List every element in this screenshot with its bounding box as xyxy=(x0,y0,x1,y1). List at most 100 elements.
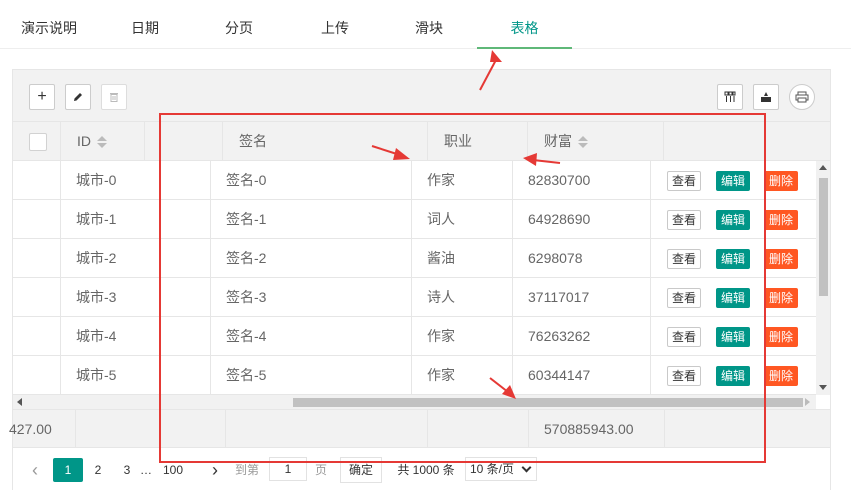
sign-cell: 签名-0 xyxy=(211,161,412,200)
sign-cell: 签名-1 xyxy=(211,200,412,239)
pencil-icon xyxy=(74,93,82,101)
trash-icon xyxy=(110,93,118,102)
page-100-button[interactable]: 100 xyxy=(159,458,187,482)
col-sign-label: 签名 xyxy=(239,133,267,149)
view-button[interactable]: 查看 xyxy=(667,210,702,230)
goto-label: 到第 xyxy=(234,463,259,477)
vertical-scroll-thumb[interactable] xyxy=(819,178,828,296)
tab-table[interactable]: 表格 xyxy=(477,0,572,49)
checkbox-cell xyxy=(13,278,61,317)
edit-row-button[interactable]: 编辑 xyxy=(716,210,751,230)
col-header-city xyxy=(145,122,223,161)
totals-row: 427.00 570885943.00 xyxy=(9,409,830,448)
horizontal-scroll-thumb[interactable] xyxy=(293,398,803,407)
export-button[interactable] xyxy=(753,84,779,110)
page-size-select[interactable]: 10 条/页 xyxy=(465,457,537,481)
table-row: 城市-1 签名-1 词人 64928690 查看 编辑 删除 xyxy=(13,200,816,239)
tab-bar: 演示说明 日期 分页 上传 滑块 表格 xyxy=(0,0,851,49)
table-body: 城市-0 签名-0 作家 82830700 查看 编辑 删除 城市-1 签名-1 词人 649286… xyxy=(13,161,816,395)
total-empty xyxy=(76,410,226,448)
wealth-cell: 37117017 xyxy=(513,278,651,317)
tab-date[interactable]: 日期 xyxy=(104,0,186,49)
page-size-value: 10 条/页 xyxy=(470,462,515,476)
select-all-checkbox[interactable] xyxy=(29,133,47,151)
scroll-down-icon[interactable] xyxy=(819,385,827,390)
col-header-sign: 签名 xyxy=(223,122,428,161)
view-button[interactable]: 查看 xyxy=(667,366,702,386)
sign-cell: 签名-3 xyxy=(211,278,412,317)
view-button[interactable]: 查看 xyxy=(667,249,702,269)
total-left: 427.00 xyxy=(9,410,76,448)
tab-demo[interactable]: 演示说明 xyxy=(10,0,88,49)
wealth-cell: 64928690 xyxy=(513,200,651,239)
job-cell: 诗人 xyxy=(412,278,513,317)
view-button[interactable]: 查看 xyxy=(667,171,702,191)
delete-row-button[interactable]: 删除 xyxy=(764,249,799,269)
total-wealth: 570885943.00 xyxy=(529,410,665,448)
wealth-cell: 60344147 xyxy=(513,356,651,395)
edit-row-button[interactable]: 编辑 xyxy=(716,288,751,308)
edit-row-button[interactable]: 编辑 xyxy=(716,327,751,347)
city-cell: 城市-2 xyxy=(61,239,211,278)
col-wealth-label: 财富 xyxy=(544,133,572,149)
delete-row-button[interactable]: 删除 xyxy=(764,366,799,386)
tab-slider[interactable]: 滑块 xyxy=(388,0,470,49)
table-row: 城市-0 签名-0 作家 82830700 查看 编辑 删除 xyxy=(13,161,816,200)
export-icon xyxy=(761,92,771,102)
page-3-button[interactable]: 3 xyxy=(118,458,136,482)
checkbox-cell xyxy=(13,356,61,395)
city-cell: 城市-5 xyxy=(61,356,211,395)
edit-row-button[interactable]: 编辑 xyxy=(716,249,751,269)
print-button[interactable] xyxy=(789,84,815,110)
wealth-cell: 76263262 xyxy=(513,317,651,356)
city-cell: 城市-3 xyxy=(61,278,211,317)
scroll-left-icon[interactable] xyxy=(17,398,22,406)
total-empty xyxy=(428,410,529,448)
confirm-button[interactable]: 确定 xyxy=(340,457,383,483)
view-button[interactable]: 查看 xyxy=(667,288,702,308)
edit-row-button[interactable]: 编辑 xyxy=(716,171,751,191)
vertical-scrollbar[interactable] xyxy=(816,161,830,395)
job-cell: 酱油 xyxy=(412,239,513,278)
edit-row-button[interactable]: 编辑 xyxy=(716,366,751,386)
page-1-button[interactable]: 1 xyxy=(53,458,83,482)
job-cell: 词人 xyxy=(412,200,513,239)
col-header-job: 职业 xyxy=(428,122,528,161)
delete-row-button[interactable]: 删除 xyxy=(764,327,799,347)
columns-icon xyxy=(724,91,736,102)
add-button[interactable]: + xyxy=(29,84,55,110)
plus-icon: + xyxy=(37,88,47,105)
city-cell: 城市-0 xyxy=(61,161,211,200)
city-cell: 城市-1 xyxy=(61,200,211,239)
col-header-id[interactable]: ID xyxy=(61,122,145,161)
prev-page-button[interactable]: ‹ xyxy=(25,458,45,482)
edit-button[interactable] xyxy=(65,84,91,110)
view-button[interactable]: 查看 xyxy=(667,327,702,347)
col-header-wealth[interactable]: 财富 xyxy=(528,122,664,161)
delete-row-button[interactable]: 删除 xyxy=(764,171,799,191)
checkbox-cell xyxy=(13,161,61,200)
sign-cell: 签名-2 xyxy=(211,239,412,278)
columns-button[interactable] xyxy=(717,84,743,110)
delete-button[interactable] xyxy=(101,84,127,110)
total-count: 共 1000 条 xyxy=(397,463,455,477)
scroll-right-icon[interactable] xyxy=(805,398,810,406)
select-all-cell xyxy=(13,122,61,161)
delete-row-button[interactable]: 删除 xyxy=(764,288,799,308)
page-2-button[interactable]: 2 xyxy=(89,458,107,482)
horizontal-scrollbar[interactable] xyxy=(13,395,816,409)
page-jump-input[interactable]: 1 xyxy=(269,457,307,481)
scroll-up-icon[interactable] xyxy=(819,165,827,170)
tab-upload[interactable]: 上传 xyxy=(294,0,376,49)
table-row: 城市-2 签名-2 酱油 6298078 查看 编辑 删除 xyxy=(13,239,816,278)
wealth-cell: 6298078 xyxy=(513,239,651,278)
col-id-label: ID xyxy=(77,133,91,149)
next-page-button[interactable]: › xyxy=(205,458,225,482)
sort-icon[interactable] xyxy=(578,135,588,149)
sort-icon[interactable] xyxy=(97,135,107,149)
tab-pagination[interactable]: 分页 xyxy=(198,0,280,49)
checkbox-cell xyxy=(13,239,61,278)
delete-row-button[interactable]: 删除 xyxy=(764,210,799,230)
print-icon xyxy=(795,91,809,103)
job-cell: 作家 xyxy=(412,356,513,395)
